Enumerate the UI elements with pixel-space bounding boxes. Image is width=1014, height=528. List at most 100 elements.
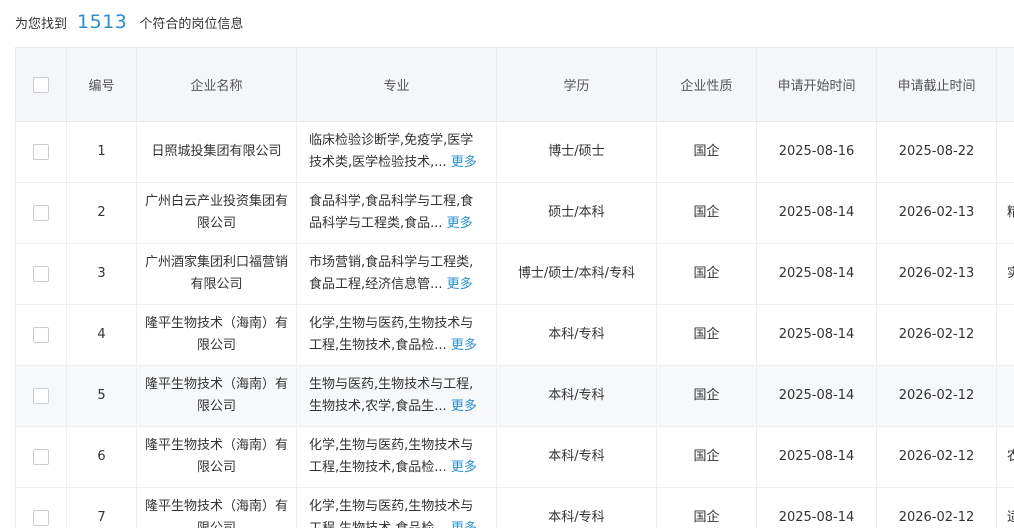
major-line-2: 生物技术,农学,食品生... 更多 <box>309 396 486 418</box>
table-row[interactable]: 3广州酒家集团利口福营销有限公司市场营销,食品科学与工程类,食品工程,经济信息管… <box>16 244 1014 305</box>
row-checkbox[interactable] <box>33 205 49 221</box>
cell-nature: 国企 <box>657 122 757 183</box>
more-link[interactable]: 更多 <box>451 155 477 170</box>
cell-end-time: 2026-02-12 <box>877 305 997 366</box>
cell-nature: 国企 <box>657 305 757 366</box>
cell-extra: 精 <box>997 183 1014 244</box>
cell-number: 6 <box>67 427 137 488</box>
cell-major: 化学,生物与医药,生物技术与工程,生物技术,食品检... 更多 <box>297 488 497 528</box>
major-line-2: 工程,生物技术,食品检... 更多 <box>309 335 486 357</box>
row-checkbox[interactable] <box>33 144 49 160</box>
table-row[interactable]: 4隆平生物技术（海南）有限公司化学,生物与医药,生物技术与工程,生物技术,食品检… <box>16 305 1014 366</box>
major-line-1: 生物与医药,生物技术与工程, <box>309 374 486 396</box>
cell-enterprise[interactable]: 日照城投集团有限公司 <box>137 122 297 183</box>
cell-education: 本科/专科 <box>497 488 657 528</box>
more-link[interactable]: 更多 <box>451 521 477 528</box>
major-line-2-text: 工程,生物技术,食品检... <box>309 521 447 528</box>
cell-end-time: 2025-08-22 <box>877 122 997 183</box>
cell-enterprise[interactable]: 广州白云产业投资集团有限公司 <box>137 183 297 244</box>
table-body: 1日照城投集团有限公司临床检验诊断学,免疫学,医学技术类,医学检验技术,... … <box>16 122 1014 528</box>
header-extra <box>997 48 1014 122</box>
cell-start-time: 2025-08-14 <box>757 244 877 305</box>
row-checkbox[interactable] <box>33 266 49 282</box>
major-line-2-text: 工程,生物技术,食品检... <box>309 460 447 475</box>
summary-prefix: 为您找到 <box>15 13 67 32</box>
more-link[interactable]: 更多 <box>451 460 477 475</box>
cell-number: 3 <box>67 244 137 305</box>
table-header: 编号 企业名称 专业 学历 企业性质 申请开始时间 申请截止时间 <box>16 48 1014 122</box>
major-line-2-text: 品科学与工程类,食品... <box>309 216 443 231</box>
major-line-1: 化学,生物与医药,生物技术与 <box>309 313 486 335</box>
row-select-cell <box>16 183 67 244</box>
major-line-2-text: 工程,生物技术,食品检... <box>309 338 447 353</box>
cell-education: 本科/专科 <box>497 366 657 427</box>
major-line-1: 市场营销,食品科学与工程类, <box>309 252 486 274</box>
row-checkbox[interactable] <box>33 327 49 343</box>
major-line-2: 技术类,医学检验技术,... 更多 <box>309 152 486 174</box>
header-enterprise: 企业名称 <box>137 48 297 122</box>
major-line-1: 食品科学,食品科学与工程,食 <box>309 191 486 213</box>
result-count: 1513 <box>77 11 127 33</box>
cell-education: 本科/专科 <box>497 305 657 366</box>
cell-end-time: 2026-02-12 <box>877 488 997 528</box>
cell-number: 7 <box>67 488 137 528</box>
cell-major: 生物与医药,生物技术与工程,生物技术,农学,食品生... 更多 <box>297 366 497 427</box>
cell-enterprise[interactable]: 隆平生物技术（海南）有限公司 <box>137 305 297 366</box>
cell-extra <box>997 366 1014 427</box>
table-row[interactable]: 5隆平生物技术（海南）有限公司生物与医药,生物技术与工程,生物技术,农学,食品生… <box>16 366 1014 427</box>
more-link[interactable]: 更多 <box>451 338 477 353</box>
major-line-1: 临床检验诊断学,免疫学,医学 <box>309 130 486 152</box>
result-summary: 为您找到 1513 个符合的岗位信息 <box>15 8 243 36</box>
cell-extra: 农 <box>997 427 1014 488</box>
header-education: 学历 <box>497 48 657 122</box>
major-line-2: 品科学与工程类,食品... 更多 <box>309 213 486 235</box>
cell-education: 博士/硕士 <box>497 122 657 183</box>
table-row[interactable]: 2广州白云产业投资集团有限公司食品科学,食品科学与工程,食品科学与工程类,食品.… <box>16 183 1014 244</box>
cell-end-time: 2026-02-12 <box>877 366 997 427</box>
table-row[interactable]: 7隆平生物技术（海南）有限公司化学,生物与医药,生物技术与工程,生物技术,食品检… <box>16 488 1014 528</box>
cell-number: 2 <box>67 183 137 244</box>
cell-enterprise[interactable]: 隆平生物技术（海南）有限公司 <box>137 366 297 427</box>
cell-education: 博士/硕士/本科/专科 <box>497 244 657 305</box>
cell-enterprise[interactable]: 隆平生物技术（海南）有限公司 <box>137 488 297 528</box>
cell-number: 4 <box>67 305 137 366</box>
table-row[interactable]: 6隆平生物技术（海南）有限公司化学,生物与医药,生物技术与工程,生物技术,食品检… <box>16 427 1014 488</box>
major-line-2: 食品工程,经济信息管... 更多 <box>309 274 486 296</box>
cell-nature: 国企 <box>657 366 757 427</box>
cell-extra: 实 <box>997 244 1014 305</box>
major-line-2: 工程,生物技术,食品检... 更多 <box>309 457 486 479</box>
major-line-1: 化学,生物与医药,生物技术与 <box>309 496 486 518</box>
more-link[interactable]: 更多 <box>447 277 473 292</box>
cell-start-time: 2025-08-14 <box>757 183 877 244</box>
row-select-cell <box>16 122 67 183</box>
major-line-2-text: 技术类,医学检验技术,... <box>309 155 447 170</box>
select-all-checkbox[interactable] <box>33 77 49 93</box>
summary-suffix: 个符合的岗位信息 <box>139 13 243 32</box>
row-checkbox[interactable] <box>33 388 49 404</box>
header-start-time: 申请开始时间 <box>757 48 877 122</box>
more-link[interactable]: 更多 <box>447 216 473 231</box>
cell-start-time: 2025-08-14 <box>757 305 877 366</box>
table-row[interactable]: 1日照城投集团有限公司临床检验诊断学,免疫学,医学技术类,医学检验技术,... … <box>16 122 1014 183</box>
cell-extra: 适 <box>997 488 1014 528</box>
cell-start-time: 2025-08-16 <box>757 122 877 183</box>
cell-nature: 国企 <box>657 427 757 488</box>
cell-end-time: 2026-02-13 <box>877 183 997 244</box>
header-end-time: 申请截止时间 <box>877 48 997 122</box>
cell-number: 5 <box>67 366 137 427</box>
job-table-container[interactable]: 编号 企业名称 专业 学历 企业性质 申请开始时间 申请截止时间 1日照城投集团… <box>15 47 1014 528</box>
cell-major: 食品科学,食品科学与工程,食品科学与工程类,食品... 更多 <box>297 183 497 244</box>
row-select-cell <box>16 488 67 528</box>
cell-enterprise[interactable]: 隆平生物技术（海南）有限公司 <box>137 427 297 488</box>
row-checkbox[interactable] <box>33 449 49 465</box>
more-link[interactable]: 更多 <box>451 399 477 414</box>
major-line-2: 工程,生物技术,食品检... 更多 <box>309 518 486 528</box>
cell-enterprise[interactable]: 广州酒家集团利口福营销有限公司 <box>137 244 297 305</box>
cell-start-time: 2025-08-14 <box>757 427 877 488</box>
row-checkbox[interactable] <box>33 510 49 526</box>
cell-nature: 国企 <box>657 488 757 528</box>
major-line-2-text: 食品工程,经济信息管... <box>309 277 443 292</box>
cell-education: 硕士/本科 <box>497 183 657 244</box>
cell-start-time: 2025-08-14 <box>757 366 877 427</box>
cell-nature: 国企 <box>657 244 757 305</box>
